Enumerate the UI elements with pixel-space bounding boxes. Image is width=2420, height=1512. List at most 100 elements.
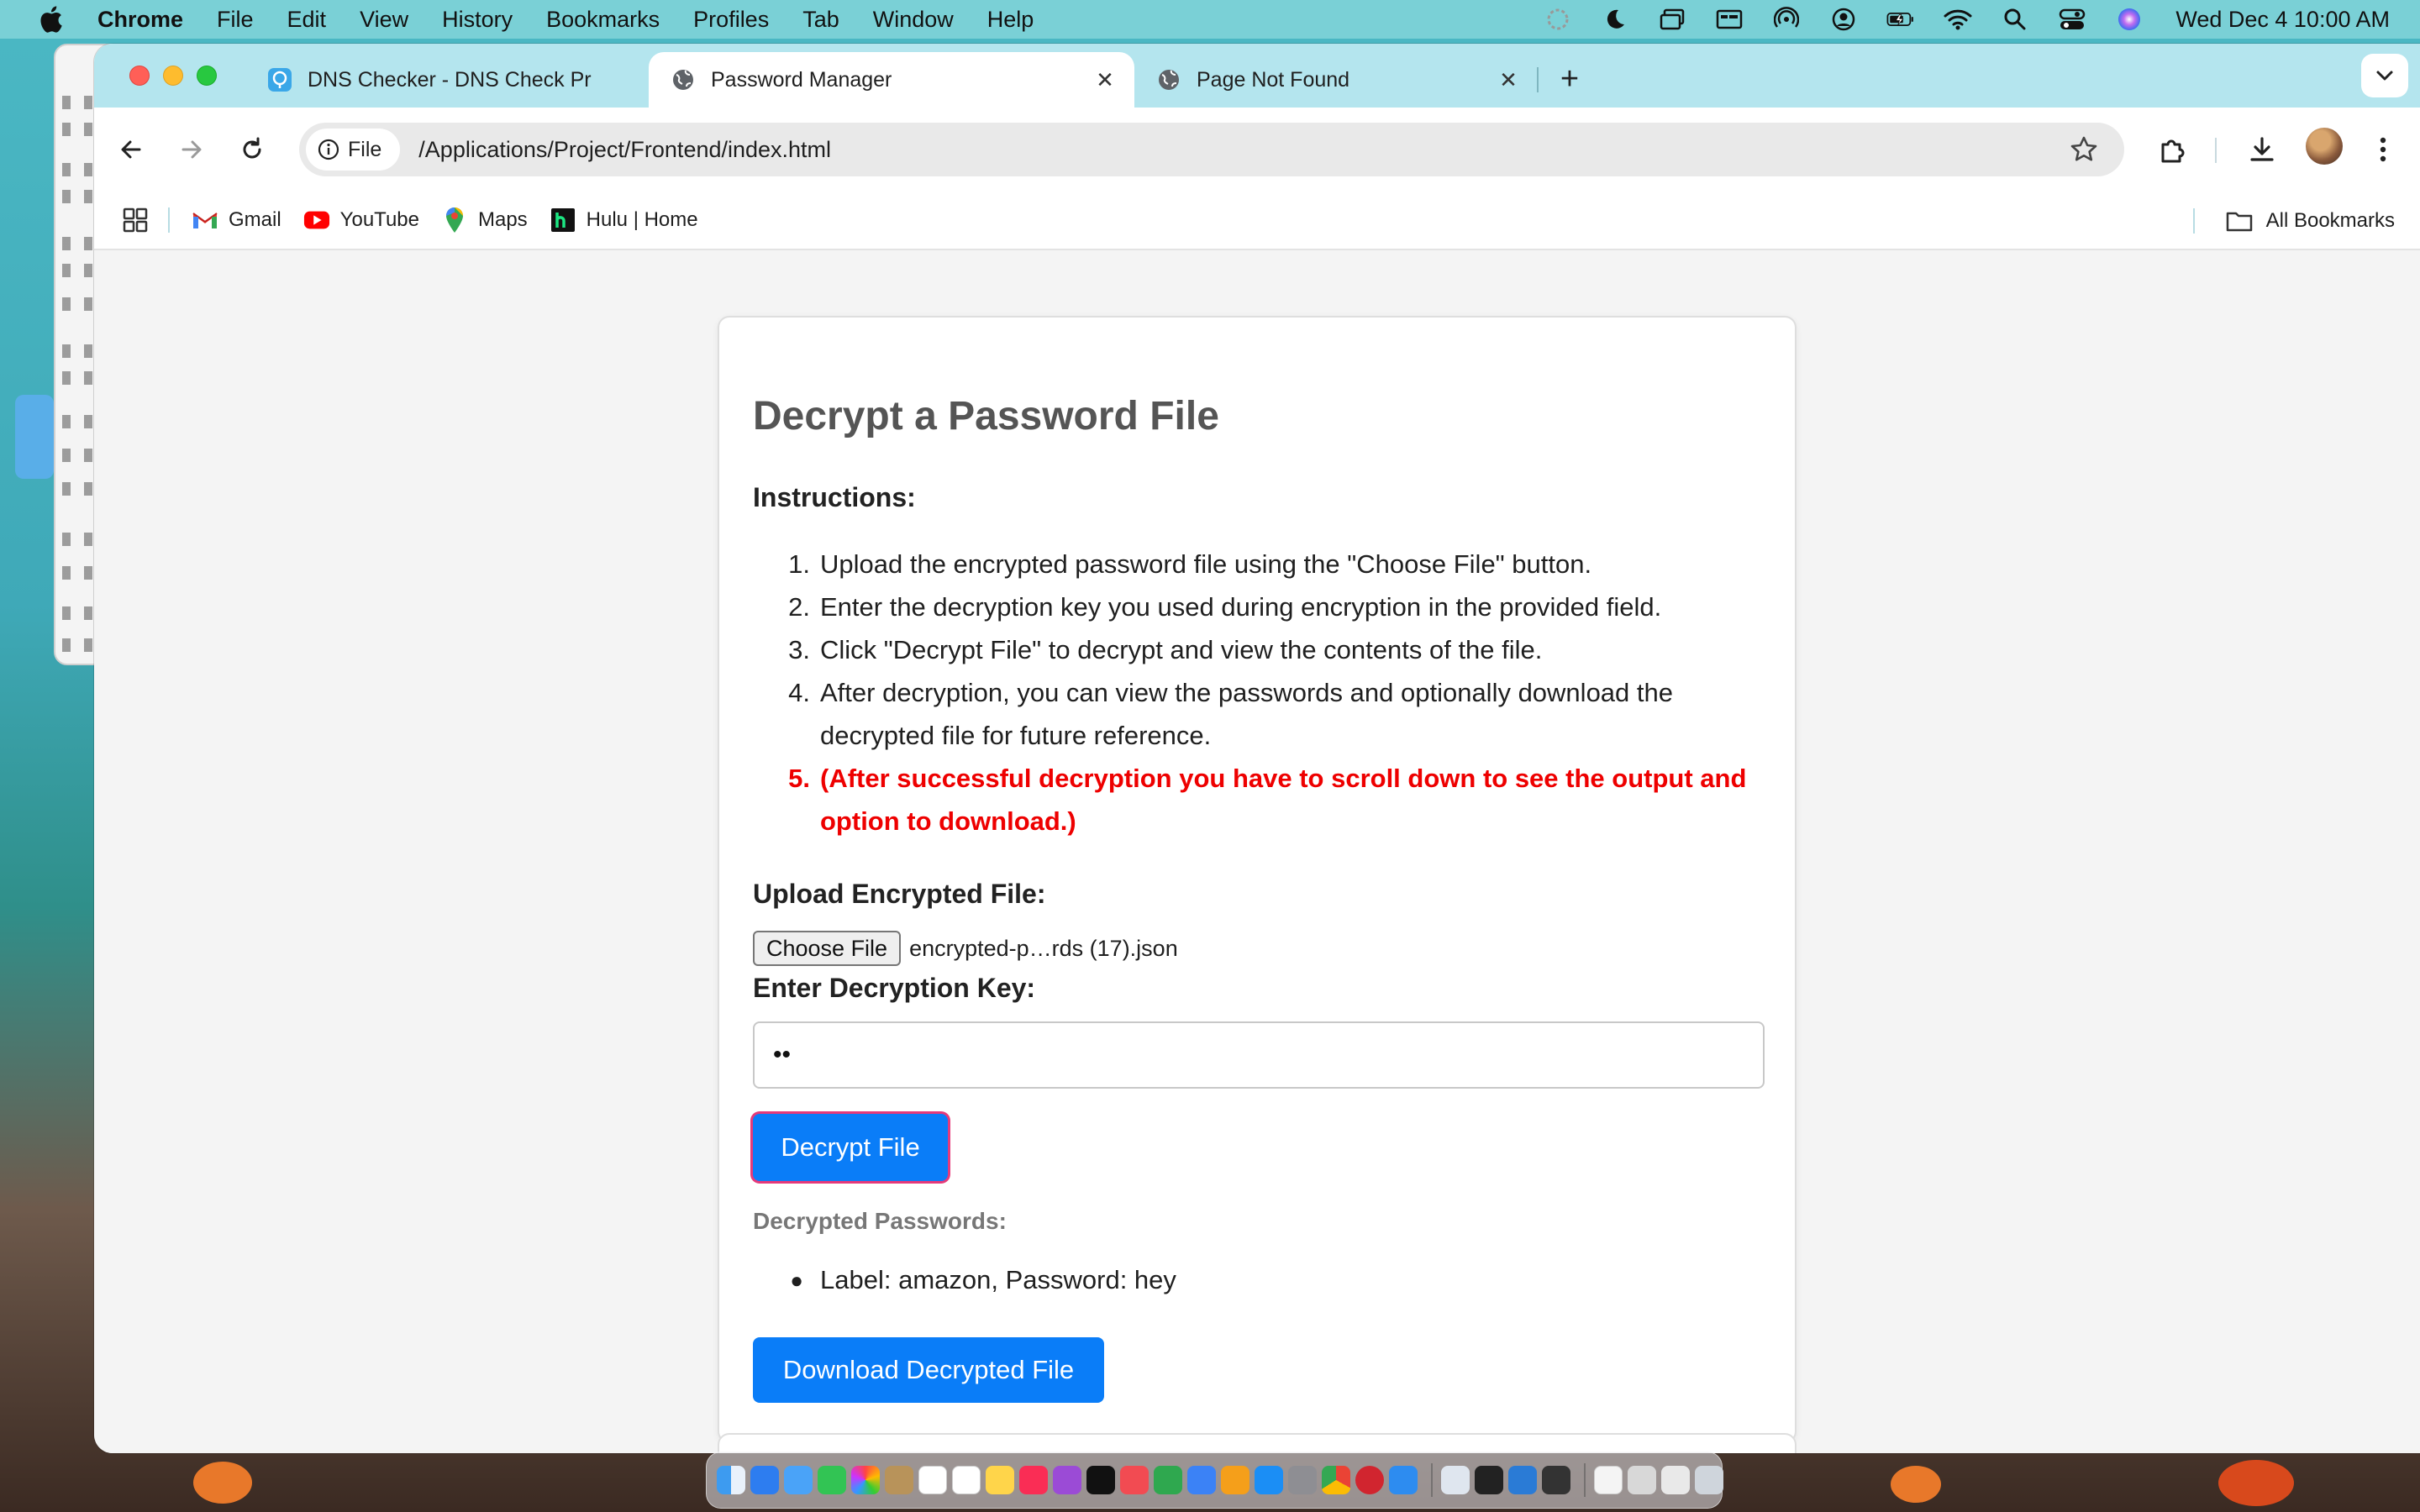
apps-grid-button[interactable] — [123, 207, 148, 233]
tab-divider — [1537, 67, 1539, 92]
url-text[interactable]: /Applications/Project/Frontend/index.htm… — [418, 137, 831, 163]
reminders-icon[interactable] — [952, 1466, 981, 1494]
list-item: 2. Enter the decryption key you used dur… — [753, 585, 1761, 628]
siri-icon[interactable] — [2115, 7, 2144, 32]
all-bookmarks-label: All Bookmarks — [2265, 209, 2395, 232]
bookmark-youtube[interactable]: YouTube — [303, 207, 419, 234]
terminal-icon[interactable] — [1475, 1466, 1503, 1494]
tab-page-not-found[interactable]: Page Not Found ✕ — [1134, 52, 1538, 108]
podcasts-icon[interactable] — [1053, 1466, 1081, 1494]
browser-toolbar: File /Applications/Project/Frontend/inde… — [94, 108, 2420, 192]
wifi-icon[interactable] — [1944, 7, 1972, 32]
news-icon[interactable] — [1120, 1466, 1149, 1494]
apple-tv-icon[interactable] — [1086, 1466, 1115, 1494]
bookmark-maps[interactable]: Maps — [441, 207, 528, 234]
new-tab-button[interactable]: + — [1549, 59, 1590, 99]
forward-button[interactable] — [171, 129, 212, 170]
step-number: 5. — [788, 764, 810, 793]
trash-icon[interactable] — [1695, 1466, 1723, 1494]
menu-help[interactable]: Help — [987, 7, 1034, 33]
download-decrypted-file-button[interactable]: Download Decrypted File — [753, 1337, 1104, 1403]
vscode-icon[interactable] — [1508, 1466, 1537, 1494]
step-number: 3. — [788, 635, 810, 664]
desktop-folder-icon[interactable] — [15, 395, 54, 479]
menu-bookmarks[interactable]: Bookmarks — [546, 7, 660, 33]
airdrop-icon[interactable] — [1772, 7, 1801, 32]
selected-file-name: encrypted-p…rds (17).json — [909, 935, 1178, 961]
all-bookmarks-button[interactable]: All Bookmarks — [2226, 192, 2395, 250]
tab-close-icon[interactable]: ✕ — [1092, 67, 1118, 92]
bookmark-label: Hulu | Home — [586, 208, 698, 231]
bookmark-star-icon[interactable] — [2069, 134, 2099, 165]
bookmark-hulu[interactable]: Hulu | Home — [550, 207, 698, 234]
window-minimize-button[interactable] — [163, 66, 183, 86]
menu-window[interactable]: Window — [873, 7, 954, 33]
dns-checker-icon — [267, 67, 292, 92]
user-account-icon[interactable] — [1829, 7, 1858, 32]
download-icon[interactable] — [2242, 129, 2282, 170]
bookmark-gmail[interactable]: Gmail — [192, 207, 281, 234]
more-menu-icon[interactable] — [2363, 129, 2403, 170]
decryption-key-label: Enter Decryption Key: — [753, 973, 1036, 1003]
numbers-icon[interactable] — [1154, 1466, 1182, 1494]
macos-menu-bar: Chrome File Edit View History Bookmarks … — [0, 0, 2420, 39]
control-center-icon[interactable] — [2058, 7, 2086, 32]
photos-icon[interactable] — [851, 1466, 880, 1494]
pages-icon[interactable] — [1221, 1466, 1249, 1494]
info-icon — [318, 139, 339, 160]
extensions-icon[interactable] — [2153, 129, 2193, 170]
bookmark-label: Maps — [477, 208, 528, 231]
window-zoom-button[interactable] — [197, 66, 217, 86]
bookmarks-divider — [2193, 208, 2195, 234]
system-settings-icon[interactable] — [1288, 1466, 1317, 1494]
battery-icon[interactable] — [1886, 7, 1915, 32]
profile-avatar[interactable] — [2306, 128, 2343, 165]
site-info-chip[interactable]: File — [306, 129, 401, 171]
spotlight-search-icon[interactable] — [2001, 7, 2029, 32]
document-icon[interactable] — [1594, 1466, 1623, 1494]
mail-icon[interactable] — [784, 1466, 813, 1494]
decryption-key-input[interactable]: •• — [753, 1021, 1765, 1089]
app-store-icon[interactable] — [1255, 1466, 1283, 1494]
reload-button[interactable] — [232, 129, 272, 170]
screen-mirroring-icon[interactable] — [1658, 7, 1686, 32]
opera-icon[interactable] — [1355, 1466, 1384, 1494]
bullet-icon: ● — [790, 1267, 803, 1293]
display-icon[interactable] — [1715, 7, 1744, 32]
menu-clock[interactable]: Wed Dec 4 10:00 AM — [2175, 7, 2390, 33]
help-icon[interactable] — [1628, 1466, 1656, 1494]
window-close-button[interactable] — [129, 66, 150, 86]
choose-file-button[interactable]: Choose File — [753, 931, 902, 966]
downloads-stack-icon[interactable] — [1661, 1466, 1690, 1494]
loading-spinner-icon[interactable] — [1544, 7, 1572, 32]
tab-search-button[interactable] — [2361, 54, 2408, 97]
menu-tab[interactable]: Tab — [802, 7, 839, 33]
calendar-icon[interactable] — [918, 1466, 947, 1494]
address-bar[interactable]: File /Applications/Project/Frontend/inde… — [299, 123, 2124, 176]
facetime-icon[interactable] — [818, 1466, 846, 1494]
menu-view[interactable]: View — [360, 7, 408, 33]
step-text: Click "Decrypt File" to decrypt and view… — [820, 635, 1543, 664]
apple-logo-icon[interactable] — [32, 1, 69, 38]
menu-app-name[interactable]: Chrome — [97, 7, 183, 33]
github-icon[interactable] — [1542, 1466, 1570, 1494]
menu-profiles[interactable]: Profiles — [693, 7, 769, 33]
notes-icon[interactable] — [986, 1466, 1014, 1494]
notes-app-icon[interactable] — [885, 1466, 913, 1494]
tab-close-icon[interactable]: ✕ — [1496, 67, 1521, 92]
finder-icon[interactable] — [717, 1466, 745, 1494]
menu-file[interactable]: File — [217, 7, 254, 33]
decryption-key-value: •• — [773, 1041, 792, 1068]
menu-edit[interactable]: Edit — [287, 7, 327, 33]
xcode-icon[interactable] — [1389, 1466, 1418, 1494]
focus-moon-icon[interactable] — [1601, 7, 1629, 32]
tab-password-manager[interactable]: Password Manager ✕ — [649, 52, 1134, 108]
chrome-icon[interactable] — [1322, 1466, 1350, 1494]
keynote-icon[interactable] — [1187, 1466, 1216, 1494]
launchpad-icon[interactable] — [750, 1466, 779, 1494]
music-icon[interactable] — [1019, 1466, 1048, 1494]
menu-history[interactable]: History — [442, 7, 513, 33]
back-button[interactable] — [111, 129, 151, 170]
preview-icon[interactable] — [1441, 1466, 1470, 1494]
decrypt-file-button[interactable]: Decrypt File — [753, 1114, 948, 1181]
